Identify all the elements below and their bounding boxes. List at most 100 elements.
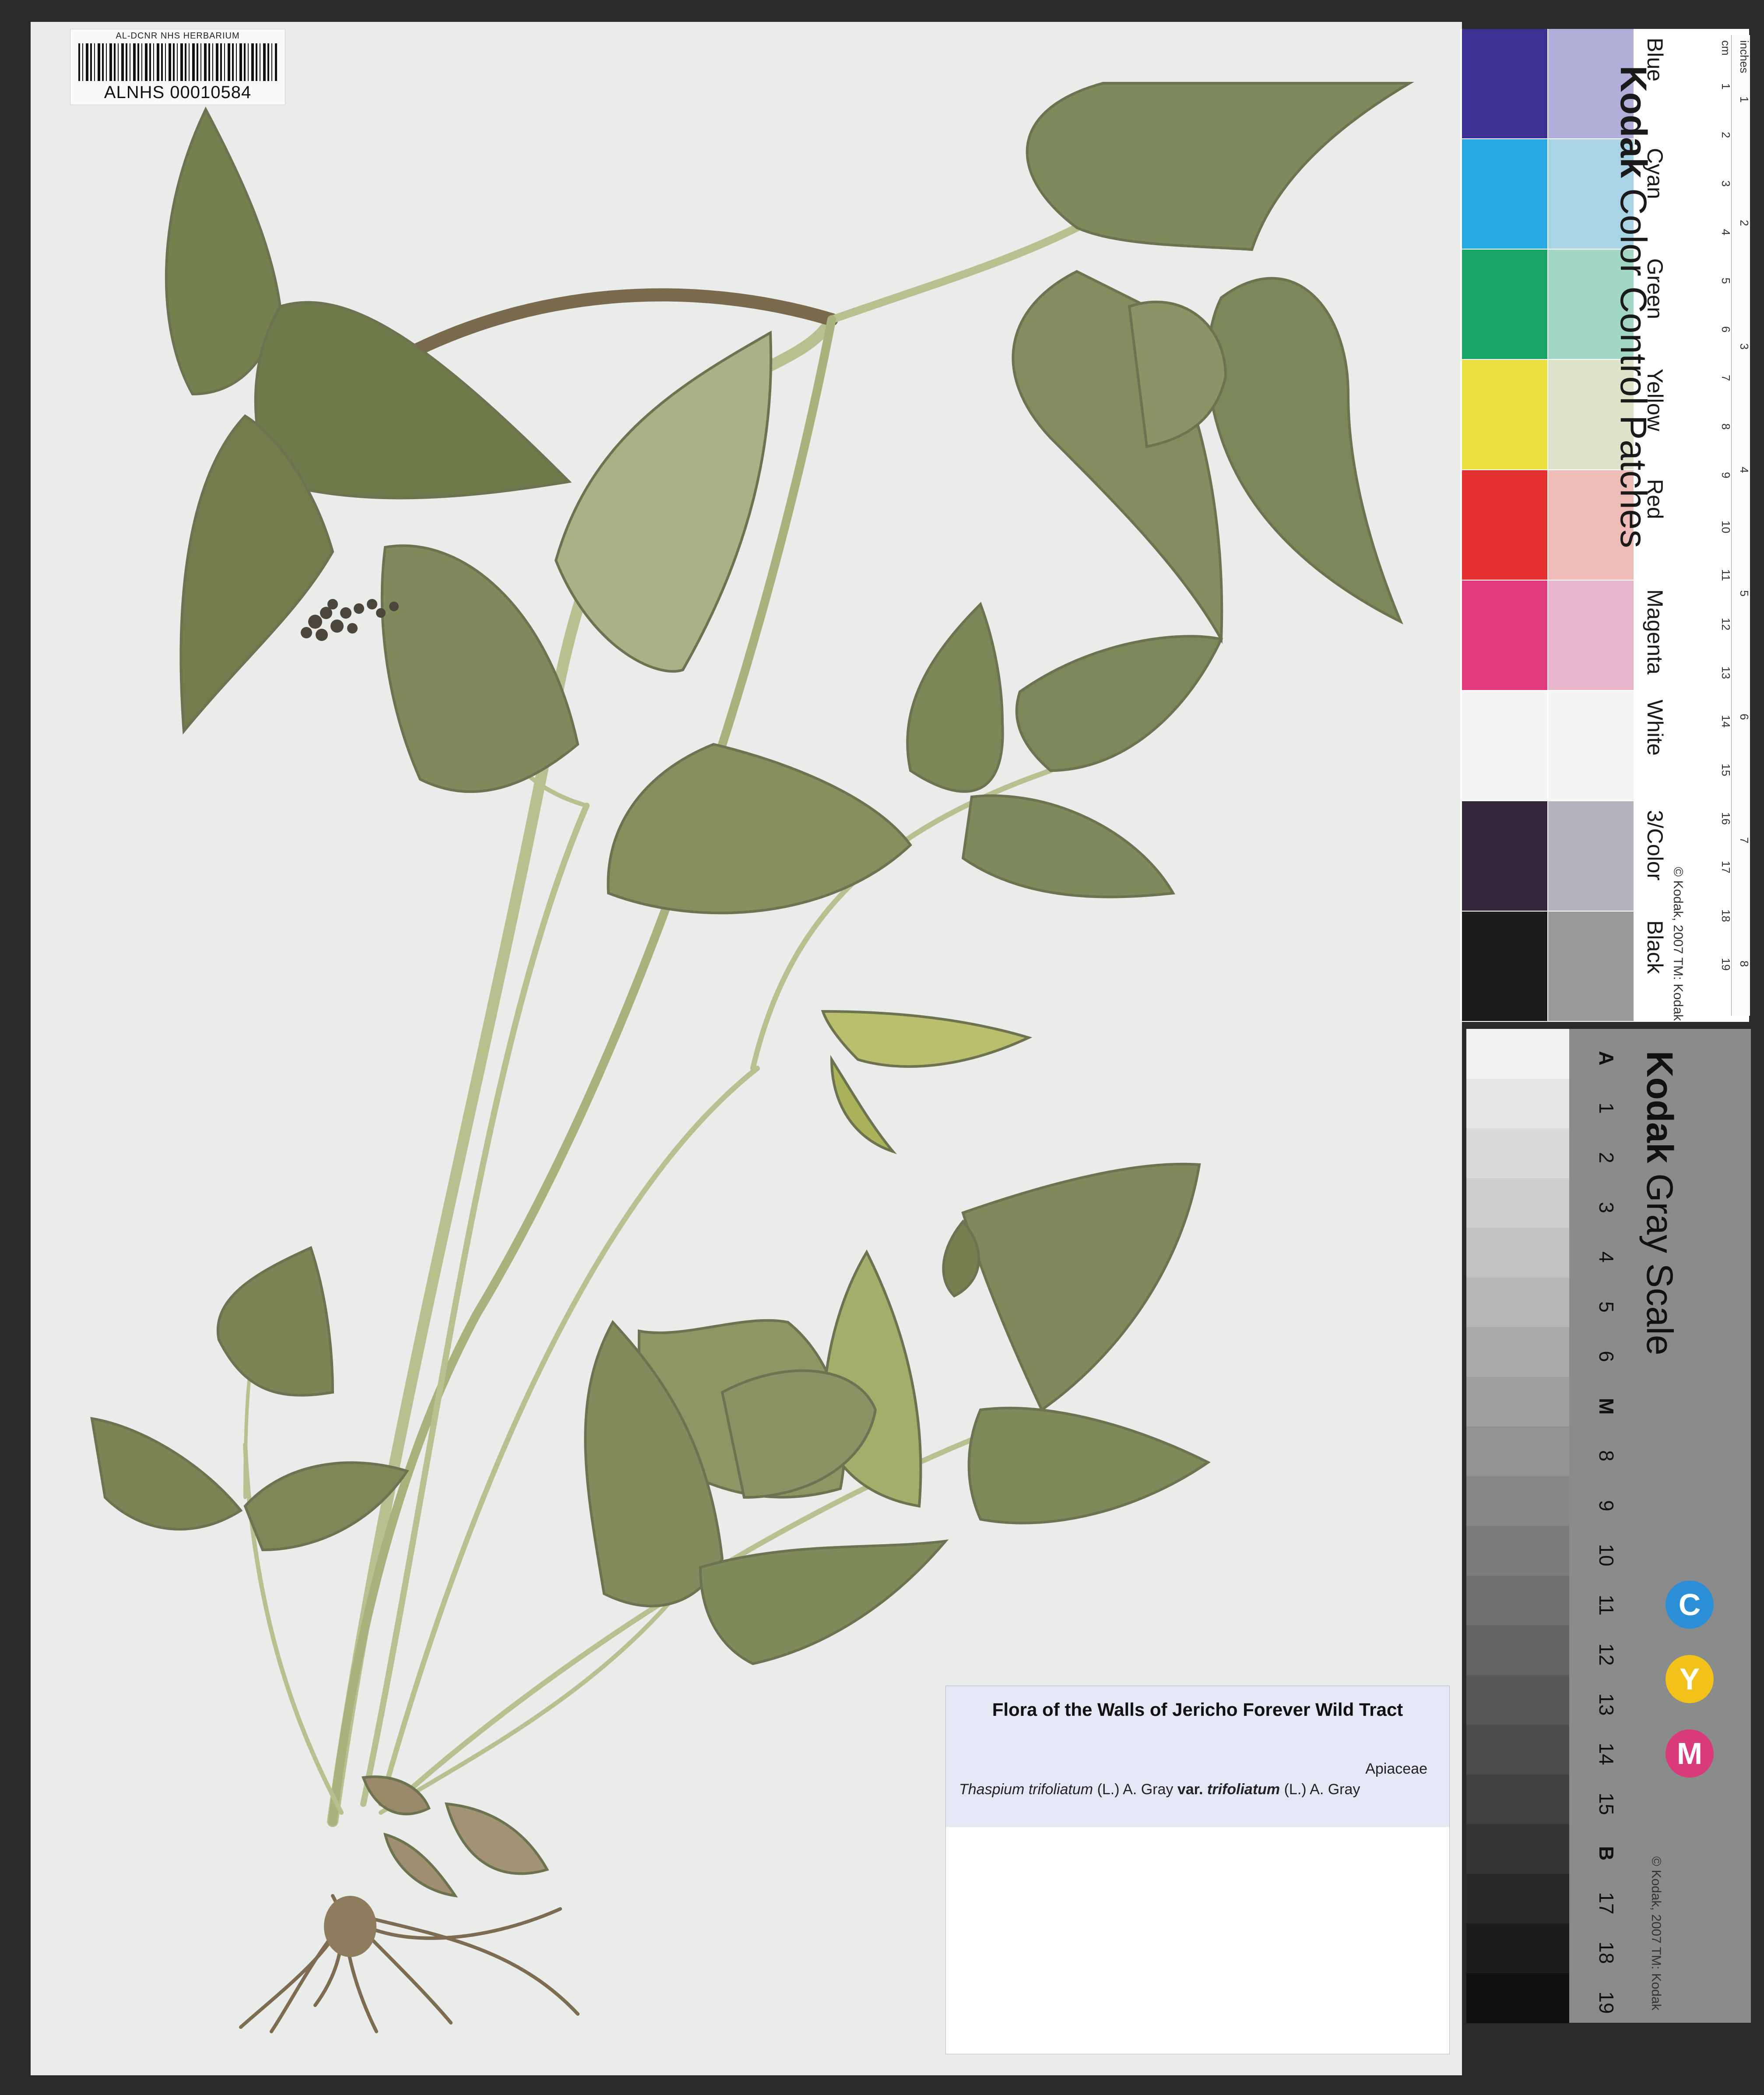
gray-step <box>1466 1178 1569 1228</box>
patch-black-dark <box>1462 912 1547 1021</box>
color-card-brand: Kodak <box>1613 66 1654 178</box>
patch-label: Black <box>1643 920 1667 974</box>
genus: Thaspium <box>959 1781 1025 1798</box>
variety-author: (L.) A. Gray <box>1284 1781 1360 1798</box>
patch-blue-dark <box>1462 29 1547 138</box>
rank: var. <box>1177 1781 1203 1798</box>
patch-magenta-light <box>1548 581 1634 690</box>
gray-card-brand: Kodak <box>1639 1051 1680 1163</box>
ruler-inch-label: 2 <box>1738 220 1751 226</box>
barcode-label: AL-DCNR NHS HERBARIUM ALNHS 00010584 <box>70 29 285 105</box>
gray-step-label: 14 <box>1595 1743 1618 1765</box>
barcode-header: AL-DCNR NHS HERBARIUM <box>116 31 240 41</box>
gray-step <box>1466 1575 1569 1626</box>
gray-step-label: 19 <box>1595 1991 1618 2014</box>
patch-white-light <box>1548 691 1634 800</box>
gray-step <box>1466 1824 1569 1874</box>
color-card-title: Kodak Color Control Patches <box>1612 66 1655 548</box>
patch-3color-dark <box>1462 801 1547 911</box>
gray-step-label: 10 <box>1595 1544 1618 1567</box>
gray-step <box>1466 1426 1569 1477</box>
gray-step <box>1466 1327 1569 1377</box>
root-crown <box>324 1896 376 1957</box>
gray-step-label: 11 <box>1595 1594 1618 1616</box>
gray-step-label: 2 <box>1595 1152 1618 1163</box>
gray-step <box>1466 1078 1569 1129</box>
ruler-cm-label: 15 <box>1719 764 1732 776</box>
gray-step-label: 12 <box>1595 1643 1618 1666</box>
gray-step-label: A <box>1595 1051 1618 1066</box>
ruler-cm-label: 10 <box>1719 521 1732 533</box>
patch-3color-light <box>1548 801 1634 911</box>
gray-step-label: B <box>1595 1846 1618 1861</box>
gray-step <box>1466 1873 1569 1924</box>
ruler-cm-label: 3 <box>1719 180 1732 187</box>
gray-step-label: 17 <box>1595 1891 1618 1915</box>
gray-step-label: 15 <box>1595 1792 1618 1815</box>
gray-step <box>1466 1277 1569 1327</box>
ruler-cm-label: 13 <box>1719 666 1732 679</box>
patch-label: Magenta <box>1643 589 1667 675</box>
ruler-inch-label: 6 <box>1738 714 1751 720</box>
ruler-unit-cm: cm <box>1719 40 1732 56</box>
species: trifoliatum <box>1028 1781 1093 1798</box>
gray-step <box>1466 1128 1569 1179</box>
patch-red-dark <box>1462 470 1547 580</box>
ruler-cm-label: 19 <box>1719 958 1732 971</box>
ruler-cm-label: 4 <box>1719 229 1732 236</box>
patch-magenta-dark <box>1462 581 1547 690</box>
ruler-inch-label: 5 <box>1738 590 1751 597</box>
ruler-cm-label: 7 <box>1719 375 1732 381</box>
gray-step-label: 3 <box>1595 1201 1618 1213</box>
gray-step <box>1466 1476 1569 1526</box>
cmy-dot-m: M <box>1666 1729 1714 1778</box>
ruler-inch-label: 4 <box>1738 467 1751 473</box>
gray-card-heading: Gray Scale <box>1639 1173 1680 1356</box>
ruler-cm-label: 16 <box>1719 812 1732 825</box>
cmy-dot-c: C <box>1666 1581 1714 1629</box>
gray-step-label: 5 <box>1595 1301 1618 1313</box>
cmy-dot-y: Y <box>1666 1655 1714 1703</box>
author: (L.) A. Gray <box>1097 1781 1174 1798</box>
gray-step <box>1466 1526 1569 1576</box>
label-header: Flora of the Walls of Jericho Forever Wi… <box>946 1686 1449 1827</box>
roots <box>239 1894 580 2033</box>
patch-yellow-dark <box>1462 360 1547 469</box>
ruler-cm-label: 11 <box>1719 569 1732 581</box>
leaves <box>90 82 1414 1898</box>
herbarium-label: Flora of the Walls of Jericho Forever Wi… <box>945 1686 1450 2054</box>
patch-green-dark <box>1462 250 1547 359</box>
gray-step <box>1466 1774 1569 1824</box>
color-card-heading: Color Control Patches <box>1613 188 1654 548</box>
label-family: Apiaceae <box>1365 1761 1427 1777</box>
ruler-cm-label: 17 <box>1719 861 1732 873</box>
ruler-inch-label: 1 <box>1738 96 1751 103</box>
gray-step-label: 13 <box>1595 1693 1618 1716</box>
gray-step-label: 1 <box>1595 1102 1618 1114</box>
gray-step <box>1466 1973 1569 2023</box>
ruler-unit-in: inches <box>1738 40 1751 74</box>
ruler-cm-label: 18 <box>1719 909 1732 922</box>
patch-cyan-dark <box>1462 139 1547 249</box>
label-title: Flora of the Walls of Jericho Forever Wi… <box>992 1699 1403 1720</box>
ruler-cm-label: 2 <box>1719 132 1732 138</box>
patch-label: 3/Color <box>1643 810 1667 881</box>
gray-step-label: 18 <box>1595 1941 1618 1964</box>
gray-step <box>1466 1725 1569 1775</box>
ruler-cm-label: 1 <box>1719 83 1732 90</box>
patch-label: White <box>1643 700 1667 756</box>
ruler-cm-label: 5 <box>1719 278 1732 284</box>
gray-step-label: 6 <box>1595 1351 1618 1362</box>
gray-step <box>1466 1029 1569 1079</box>
ruler-cm-label: 6 <box>1719 326 1732 333</box>
gray-step-label: 9 <box>1595 1500 1618 1511</box>
ruler-cm-label: 9 <box>1719 472 1732 479</box>
patch-white-dark <box>1462 691 1547 800</box>
ruler-inch-label: 3 <box>1738 343 1751 350</box>
ruler-inch-label: 8 <box>1738 961 1751 967</box>
gray-step <box>1466 1923 1569 1974</box>
barcode-bars <box>78 43 277 81</box>
ruler-cm-label: 8 <box>1719 423 1732 430</box>
gray-step <box>1466 1625 1569 1676</box>
gray-step <box>1466 1228 1569 1278</box>
